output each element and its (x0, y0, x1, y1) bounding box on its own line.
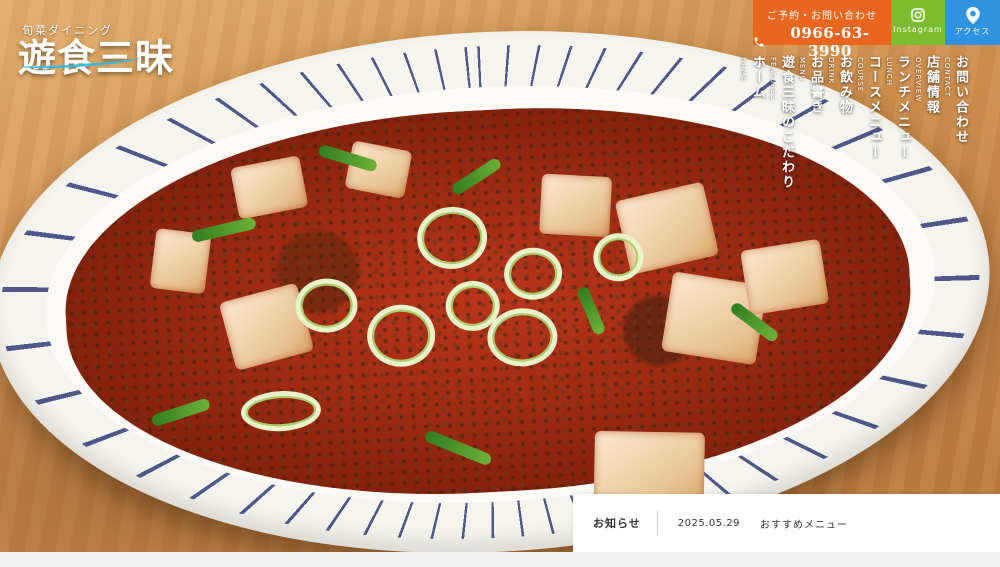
nav-sublabel: LUNCH (885, 57, 893, 87)
news-date: 2025.05.29 (677, 517, 741, 529)
site-logo[interactable]: 旬菜ダイニング 遊食三昧 (18, 22, 174, 78)
access-button[interactable]: アクセス (945, 0, 1000, 45)
reservation-title: ご予約・お問い合わせ (767, 11, 877, 22)
nav-sublabel: OVERVIEW (914, 57, 922, 103)
nav-label: お品書き (808, 55, 823, 115)
news-label: お知らせ (593, 517, 641, 530)
news-bar[interactable]: お知らせ 2025.05.29 おすすめメニュー (573, 494, 1000, 552)
reservation-button[interactable]: ご予約・お問い合わせ 0966-63-3990 (753, 0, 891, 60)
nav-item-overview[interactable]: 店舗情報 OVERVIEW (912, 55, 941, 190)
nav-sublabel: FEATURES (769, 57, 777, 101)
main-nav: お問い合わせ CONTACT 店舗情報 OVERVIEW ランチメニュー LUN… (738, 55, 970, 190)
news-divider (656, 511, 658, 535)
nav-label: 店舗情報 (924, 55, 939, 115)
nav-sublabel: HOME (740, 57, 748, 83)
nav-label: お飲み物 (837, 55, 852, 115)
instagram-label: Instagram (893, 25, 943, 34)
nav-item-features[interactable]: 遊食三昧のこだわり FEATURES (767, 55, 796, 190)
access-label: アクセス (954, 27, 991, 36)
nav-item-lunch[interactable]: ランチメニュー LUNCH (883, 55, 912, 190)
news-title[interactable]: おすすめメニュー (760, 516, 848, 531)
nav-sublabel: MENU (798, 57, 806, 82)
map-pin-icon (965, 7, 980, 24)
nav-item-drink[interactable]: お飲み物 DRINK (825, 55, 854, 190)
nav-item-menu[interactable]: お品書き MENU (796, 55, 825, 190)
nav-sublabel: CONTACT (943, 57, 951, 98)
nav-label: コースメニュー (866, 55, 881, 160)
nav-item-contact[interactable]: お問い合わせ CONTACT (941, 55, 970, 190)
nav-sublabel: DRINK (827, 57, 835, 85)
nav-label: 遊食三昧のこだわり (779, 55, 794, 190)
instagram-button[interactable]: Instagram (891, 0, 945, 45)
instagram-icon (911, 8, 925, 22)
nav-label: ホーム (750, 55, 765, 100)
nav-label: ランチメニュー (895, 55, 910, 160)
nav-sublabel: COURSE (856, 57, 864, 93)
phone-icon (754, 37, 764, 47)
nav-item-course[interactable]: コースメニュー COURSE (854, 55, 883, 190)
nav-item-home[interactable]: ホーム HOME (738, 55, 767, 190)
nav-label: お問い合わせ (953, 55, 968, 145)
bottom-strip (0, 552, 1000, 567)
